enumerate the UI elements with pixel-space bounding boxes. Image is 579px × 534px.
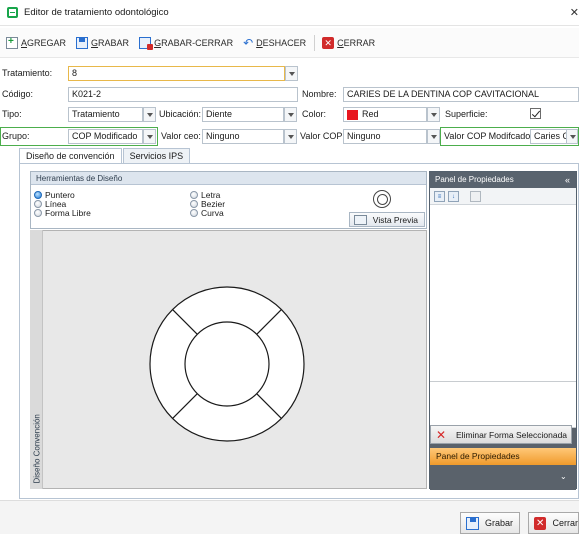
canvas-side-label-text: Diseño Convención [32,414,42,484]
superficie-checkbox[interactable] [530,108,541,119]
window-title: Editor de tratamiento odontológico [24,7,169,18]
radio-icon [190,209,198,217]
save-button[interactable]: GRABAR [74,34,131,52]
properties-title: Panel de Propiedades [430,172,576,188]
tratamiento-label: Tratamiento: [2,68,53,78]
undo-icon: ↶ [243,35,254,50]
valor-cop-mod-select[interactable]: Caries C [530,129,568,144]
color-dropdown-icon[interactable] [427,107,440,122]
preview-button[interactable]: Vista Previa [349,212,425,227]
toolbar: AGREGAR GRABAR GRABAR-CERRAR ↶ DESHACER … [0,28,579,58]
tratamiento-select[interactable]: 8 [68,66,285,81]
superficie-label: Superficie: [445,109,488,119]
footer-save-label: Grabar [485,518,514,528]
toolbar-separator [314,34,316,51]
undo-button-label: DESHACER [256,37,307,48]
tab-diseno-convencion[interactable]: Diseño de convención [19,148,122,164]
tool-forma-libre-radio[interactable]: Forma Libre [34,208,91,218]
close-button[interactable]: ✕ CERRAR [320,34,377,52]
property-pages-icon[interactable] [470,191,481,202]
grupo-select[interactable]: COP Modificado [68,129,143,144]
categorized-icon[interactable]: ≡ [434,191,445,202]
collapse-icon[interactable]: « [565,172,570,188]
ubicacion-select[interactable]: Diente [202,107,284,122]
radio-selected-icon [34,191,42,199]
valor-ceo-label: Valor ceo: [161,131,201,141]
save-close-button-label: GRABAR-CERRAR [154,37,234,48]
radio-icon [190,200,198,208]
grupo-label: Grupo: [2,131,30,141]
close-icon: ✕ [322,36,335,49]
footer-close-label: Cerrar [552,518,578,528]
remove-shape-button[interactable]: ✕ Eliminar Forma Seleccionada [430,425,572,444]
radio-icon [190,191,198,199]
app-icon [7,7,18,18]
canvas-side-label: Diseño Convención [30,230,43,489]
add-icon [6,36,18,49]
valor-cop-mod-dropdown-icon[interactable] [566,129,578,144]
radio-icon [34,209,42,217]
close-icon: ✕ [534,516,547,530]
footer-save-button[interactable]: Grabar [460,512,520,534]
tab-servicios-ips[interactable]: Servicios IPS [122,148,191,164]
valor-cop-dropdown-icon[interactable] [427,129,440,144]
valor-cop-mod-label: Valor COP Modifcado: [444,131,533,141]
design-tools-title: Herramientas de Diseño [31,172,426,185]
valor-cop-label: Valor COP: [300,131,345,141]
codigo-input[interactable]: K021-2 [68,87,298,102]
tipo-label: Tipo: [2,109,22,119]
valor-ceo-select[interactable]: Ninguno [202,129,284,144]
ubicacion-label: Ubicación: [159,109,202,119]
tooth-inner-circle[interactable] [184,321,270,407]
nombre-label: Nombre: [302,89,337,99]
tratamiento-dropdown-icon[interactable] [285,66,298,81]
codigo-label: Código: [2,89,34,99]
tool-curva-label: Curva [201,208,224,218]
save-button-label: GRABAR [91,37,130,48]
preview-icon [354,215,367,225]
tool-curva-radio[interactable]: Curva [190,208,224,218]
save-icon [466,516,479,530]
color-label: Color: [302,109,327,119]
valor-ceo-dropdown-icon[interactable] [284,129,297,144]
save-icon [76,36,89,49]
properties-section-active[interactable]: Panel de Propiedades [430,448,576,465]
save-close-icon [139,36,154,50]
remove-shape-label: Eliminar Forma Seleccionada [456,429,568,440]
remove-icon: ✕ [436,428,447,442]
valor-cop-select[interactable]: Ninguno [343,129,427,144]
grupo-dropdown-icon[interactable] [143,129,156,144]
add-button-label: AGREGAR [21,37,67,48]
ubicacion-dropdown-icon[interactable] [284,107,297,122]
tipo-dropdown-icon[interactable] [143,107,156,122]
tab-strip: Diseño de convención Servicios IPS [19,148,191,164]
nombre-input[interactable]: CARIES DE LA DENTINA COP CAVITACIONAL [343,87,579,102]
property-description [430,382,576,428]
target-icon[interactable] [373,190,391,208]
radio-icon [34,200,42,208]
title-bar: Editor de tratamiento odontológico ✕ [0,0,579,26]
close-button-label: CERRAR [337,37,376,48]
close-window-icon[interactable]: ✕ [570,6,579,19]
undo-button[interactable]: ↶ DESHACER [241,34,308,52]
preview-button-label: Vista Previa [372,214,418,225]
tool-forma-libre-label: Forma Libre [45,208,91,218]
property-grid[interactable] [430,205,576,382]
footer-close-button[interactable]: ✕ Cerrar [528,512,579,534]
tipo-select[interactable]: Tratamiento [68,107,143,122]
chevron-down-icon[interactable]: ⌄ [560,472,567,481]
properties-toolbar: ≡ ↓ [430,188,576,205]
color-swatch [347,110,358,120]
save-close-button[interactable]: GRABAR-CERRAR [137,34,235,52]
tooth-diagram[interactable] [148,272,306,456]
add-button[interactable]: AGREGAR [4,34,68,52]
sort-alpha-icon[interactable]: ↓ [448,191,459,202]
